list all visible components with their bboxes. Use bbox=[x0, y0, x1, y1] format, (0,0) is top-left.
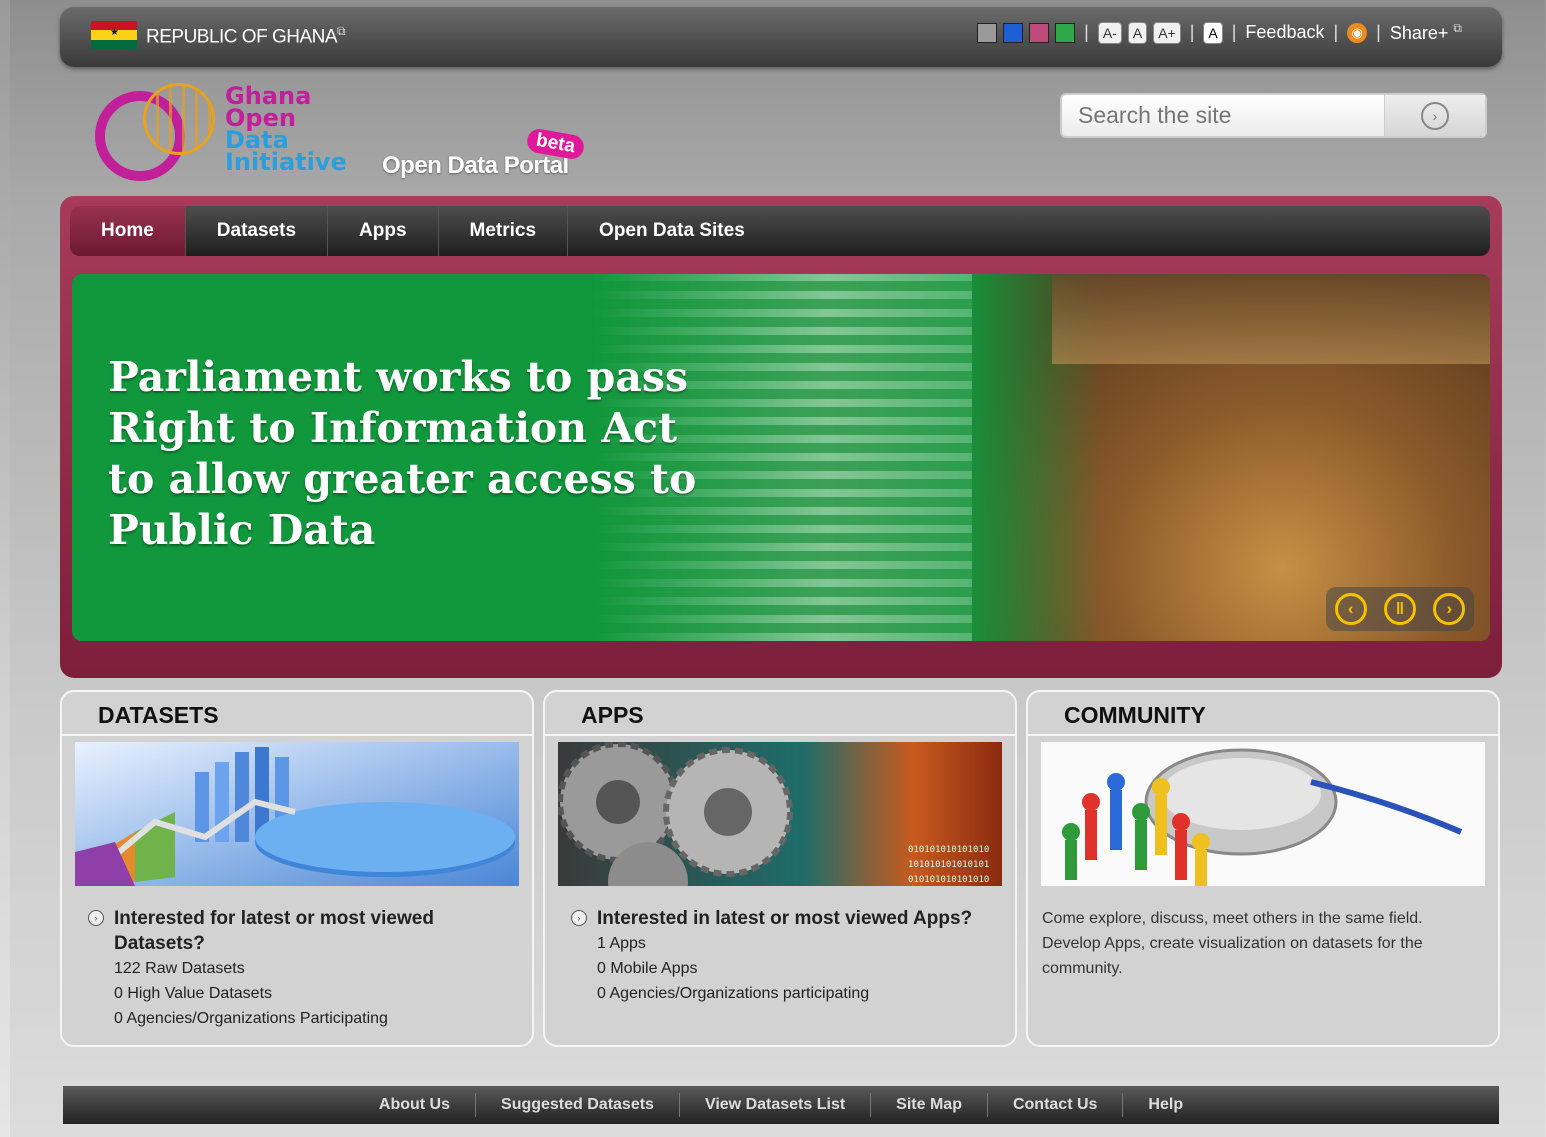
footer-link-site-map[interactable]: Site Map bbox=[871, 1093, 988, 1117]
republic-of-ghana-label: REPUBLIC OF GHANA bbox=[146, 26, 338, 48]
stat-raw-datasets: 122 Raw Datasets bbox=[114, 960, 245, 977]
next-slide-icon[interactable]: › bbox=[1433, 593, 1466, 625]
pause-icon[interactable]: ǁ bbox=[1383, 593, 1416, 625]
footer-link-view-datasets-list[interactable]: View Datasets List bbox=[680, 1093, 872, 1117]
rss-icon[interactable]: ◉ bbox=[1347, 22, 1368, 43]
divider bbox=[545, 734, 1015, 736]
footer-nav: About Us Suggested Datasets View Dataset… bbox=[63, 1086, 1499, 1124]
stat-agencies-participating: 0 Agencies/Organizations participating bbox=[597, 985, 870, 1002]
headline-line: Parliament works to pass bbox=[108, 353, 689, 401]
logo-text: Ghana Open Data Initiative bbox=[225, 84, 347, 176]
top-utility-bar: ★ REPUBLIC OF GHANA⧉ | A- A A+ | A | Fee… bbox=[60, 7, 1502, 67]
headline-line: Public Data bbox=[108, 506, 376, 554]
font-normal-button[interactable]: A bbox=[1127, 21, 1148, 44]
headline-line: to allow greater access to bbox=[108, 455, 697, 503]
site-search: › bbox=[1060, 93, 1487, 138]
nav-item-open-data-sites[interactable]: Open Data Sites bbox=[568, 206, 776, 256]
headline-line: Right to Information Act bbox=[108, 404, 678, 452]
divider: | bbox=[1189, 22, 1195, 42]
arrow-bullet-icon: › bbox=[571, 910, 587, 926]
chamber-gallery-image bbox=[1052, 274, 1490, 364]
footer-link-contact-us[interactable]: Contact Us bbox=[988, 1093, 1124, 1117]
arrow-bullet-icon: › bbox=[88, 910, 104, 926]
stat-apps: 1 Apps bbox=[597, 935, 646, 952]
hero-slideshow[interactable]: Parliament works to pass Right to Inform… bbox=[72, 274, 1490, 641]
panel-title: DATASETS bbox=[98, 702, 219, 728]
main-nav: Home Datasets Apps Metrics Open Data Sit… bbox=[70, 206, 1490, 256]
accessibility-tools: | A- A A+ | A | Feedback | ◉ | Share+ ⧉ bbox=[977, 21, 1462, 44]
share-label: Share+ bbox=[1389, 23, 1449, 43]
divider: | bbox=[1084, 22, 1089, 42]
nav-item-datasets[interactable]: Datasets bbox=[186, 206, 329, 256]
nav-item-apps[interactable]: Apps bbox=[328, 206, 439, 256]
theme-swatch-gray[interactable] bbox=[977, 22, 998, 43]
datasets-panel: DATASETS › Interested for latest or most… bbox=[60, 690, 534, 1047]
logo-globe-icon bbox=[143, 83, 215, 155]
share-link[interactable]: Share+ ⧉ bbox=[1390, 21, 1462, 44]
search-submit-button[interactable]: › bbox=[1384, 95, 1485, 136]
apps-info: › Interested in latest or most viewed Ap… bbox=[571, 906, 995, 1006]
external-link-icon: ⧉ bbox=[1453, 21, 1462, 35]
theme-swatch-blue[interactable] bbox=[1003, 22, 1024, 43]
svg-text:101010101010101: 101010101010101 bbox=[908, 860, 989, 870]
feedback-link[interactable]: Feedback bbox=[1245, 22, 1324, 43]
community-panel: COMMUNITY Come explore, discuss, meet ot… bbox=[1026, 690, 1500, 1047]
divider: | bbox=[1376, 22, 1381, 42]
slideshow-controls: ‹ ǁ › bbox=[1326, 587, 1474, 631]
panel-title: APPS bbox=[581, 702, 644, 728]
panel-title: COMMUNITY bbox=[1064, 702, 1206, 728]
divider bbox=[62, 734, 532, 736]
slide-headline: Parliament works to pass Right to Inform… bbox=[108, 352, 696, 556]
footer-link-about-us[interactable]: About Us bbox=[354, 1093, 477, 1117]
community-image[interactable] bbox=[1041, 742, 1485, 886]
external-link-icon: ⧉ bbox=[337, 24, 346, 38]
svg-text:010101010101010: 010101010101010 bbox=[908, 875, 989, 885]
apps-question-link[interactable]: Interested in latest or most viewed Apps… bbox=[597, 906, 995, 931]
apps-gears-image[interactable]: 010101010101010 101010101010101 01010101… bbox=[558, 742, 1002, 886]
theme-swatch-green[interactable] bbox=[1055, 22, 1076, 43]
theme-swatch-pink[interactable] bbox=[1029, 22, 1050, 43]
datasets-question-link[interactable]: Interested for latest or most viewed Dat… bbox=[114, 906, 512, 956]
high-contrast-button[interactable]: A bbox=[1203, 21, 1223, 44]
stat-high-value-datasets: 0 High Value Datasets bbox=[114, 985, 273, 1002]
nav-item-home[interactable]: Home bbox=[70, 206, 186, 256]
footer-link-suggested-datasets[interactable]: Suggested Datasets bbox=[476, 1093, 680, 1117]
stat-mobile-apps: 0 Mobile Apps bbox=[597, 960, 698, 977]
arrow-right-icon: › bbox=[1421, 101, 1449, 130]
republic-of-ghana-link[interactable]: REPUBLIC OF GHANA⧉ bbox=[146, 24, 346, 48]
godi-logo[interactable]: Ghana Open Data Initiative bbox=[95, 83, 365, 188]
hero-frame: Home Datasets Apps Metrics Open Data Sit… bbox=[60, 196, 1502, 678]
ghana-flag-icon: ★ bbox=[91, 21, 137, 49]
svg-text:010101010101010: 010101010101010 bbox=[908, 845, 989, 855]
previous-slide-icon[interactable]: ‹ bbox=[1334, 593, 1367, 625]
datasets-chart-image[interactable] bbox=[75, 742, 519, 886]
divider: | bbox=[1231, 22, 1237, 42]
stat-agencies-participating: 0 Agencies/Organizations Participating bbox=[114, 1010, 388, 1027]
divider bbox=[1028, 734, 1498, 736]
divider: | bbox=[1333, 22, 1339, 42]
font-decrease-button[interactable]: A- bbox=[1097, 21, 1122, 44]
community-description: Come explore, discuss, meet others in th… bbox=[1042, 910, 1423, 977]
logo-line: Initiative bbox=[225, 148, 347, 176]
font-increase-button[interactable]: A+ bbox=[1153, 21, 1181, 44]
apps-panel: APPS 010101010101010 101010101010101 010… bbox=[543, 690, 1017, 1047]
portal-title: Open Data Portal bbox=[382, 152, 569, 179]
datasets-info: › Interested for latest or most viewed D… bbox=[88, 906, 512, 1031]
footer-link-help[interactable]: Help bbox=[1123, 1093, 1208, 1117]
nav-item-metrics[interactable]: Metrics bbox=[439, 206, 569, 256]
search-input[interactable] bbox=[1062, 95, 1380, 136]
